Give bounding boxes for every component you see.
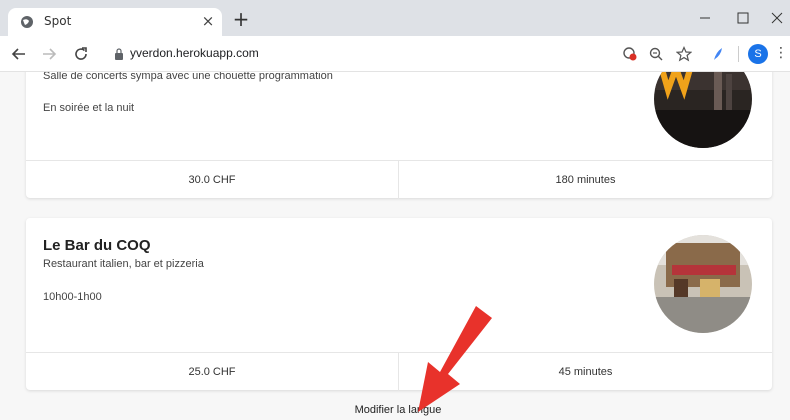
browser-titlebar: Spot × + (0, 0, 790, 36)
concert-photo-image (654, 72, 752, 148)
back-arrow-icon[interactable] (10, 45, 28, 63)
extension-icon[interactable] (622, 46, 638, 62)
browser-tab[interactable]: Spot × (8, 8, 222, 36)
profile-avatar[interactable]: S (748, 44, 768, 64)
bookmark-star-icon[interactable] (676, 46, 692, 62)
restaurant-photo-image (654, 235, 752, 333)
browser-toolbar: yverdon.herokuapp.com S ⋮ (0, 36, 790, 72)
card-hours: En soirée et la nuit (43, 102, 135, 114)
maximize-icon[interactable] (728, 7, 758, 29)
spot-card[interactable]: Le Bar du COQ Restaurant italien, bar et… (26, 218, 772, 391)
close-window-icon[interactable] (762, 7, 790, 29)
feather-extension-icon[interactable] (710, 46, 726, 62)
concert-venue-photo (654, 72, 752, 148)
toolbar-separator (738, 46, 739, 62)
card-description: Restaurant italien, bar et pizzeria (43, 258, 204, 270)
lock-icon[interactable] (114, 48, 124, 60)
tab-title: Spot (44, 14, 72, 28)
card-price: 30.0 CHF (26, 161, 399, 199)
spot-card[interactable]: Salle de concerts sympa avec une chouett… (26, 72, 772, 199)
red-arrow-annotation (418, 306, 492, 412)
change-language-link[interactable]: Modifier la langue (0, 404, 790, 416)
card-hours: 10h00-1h00 (43, 291, 102, 303)
browser-menu-button[interactable]: ⋮ (774, 45, 788, 61)
address-bar-url[interactable]: yverdon.herokuapp.com (130, 46, 259, 60)
new-tab-button[interactable]: + (230, 9, 252, 29)
card-description: Salle de concerts sympa avec une chouett… (43, 72, 333, 82)
reload-icon[interactable] (72, 45, 90, 63)
page-viewport: Salle de concerts sympa avec une chouett… (0, 72, 790, 420)
tab-close-button[interactable]: × (200, 12, 216, 30)
zoom-icon[interactable] (648, 46, 664, 62)
card-duration: 180 minutes (555, 174, 616, 186)
card-title: Le Bar du COQ (43, 237, 151, 254)
globe-icon (21, 16, 33, 28)
card-footer: 25.0 CHF 45 minutes (26, 352, 772, 391)
card-footer: 30.0 CHF 180 minutes (26, 160, 772, 199)
forward-arrow-icon[interactable] (40, 45, 58, 63)
card-price: 25.0 CHF (26, 353, 399, 391)
restaurant-photo (654, 235, 752, 333)
minimize-icon[interactable] (690, 7, 720, 29)
